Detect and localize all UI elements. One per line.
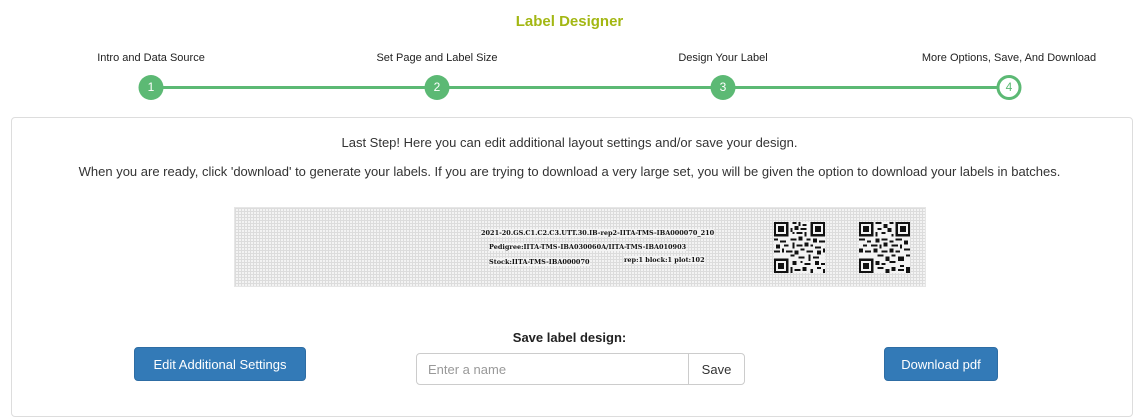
label-preview: 2021-20.GS.C1.C2.C3.UTT.30.IB-rep2-IITA-…	[234, 207, 926, 287]
wizard-progress: Intro and Data Source 1 Set Page and Lab…	[0, 0, 1139, 110]
design-name-input[interactable]	[417, 354, 688, 384]
step-4-circle[interactable]: 4	[996, 75, 1022, 100]
edit-additional-settings-button[interactable]: Edit Additional Settings	[134, 347, 306, 381]
qr-code-icon	[859, 222, 910, 273]
step-2-circle[interactable]: 2	[424, 75, 450, 100]
label-position: rep:1 block:1 plot:102	[624, 256, 705, 264]
step-1-label[interactable]: Intro and Data Source	[97, 52, 205, 64]
label-pedigree: Pedigree:IITA-TMS-IBA030060A/IITA-TMS-IB…	[489, 243, 687, 251]
wizard-track	[151, 86, 1009, 89]
instructions-line-1: Last Step! Here you can edit additional …	[341, 135, 798, 150]
save-button[interactable]: Save	[688, 354, 744, 384]
save-design-heading: Save label design:	[512, 330, 627, 345]
instructions-line-2: When you are ready, click 'download' to …	[78, 164, 1061, 179]
step-4-label[interactable]: More Options, Save, And Download	[922, 52, 1096, 64]
step-1-circle[interactable]: 1	[138, 75, 164, 100]
step-3-circle[interactable]: 3	[710, 75, 736, 100]
qr-code-icon	[774, 222, 825, 273]
label-stock: Stock:IITA-TMS-IBA000070	[489, 258, 590, 266]
download-pdf-button[interactable]: Download pdf	[884, 347, 998, 381]
step-3-label[interactable]: Design Your Label	[678, 52, 767, 64]
save-design-input-group: Save	[416, 353, 745, 385]
label-plot-name: 2021-20.GS.C1.C2.C3.UTT.30.IB-rep2-IITA-…	[481, 229, 715, 237]
step-2-label[interactable]: Set Page and Label Size	[376, 52, 497, 64]
